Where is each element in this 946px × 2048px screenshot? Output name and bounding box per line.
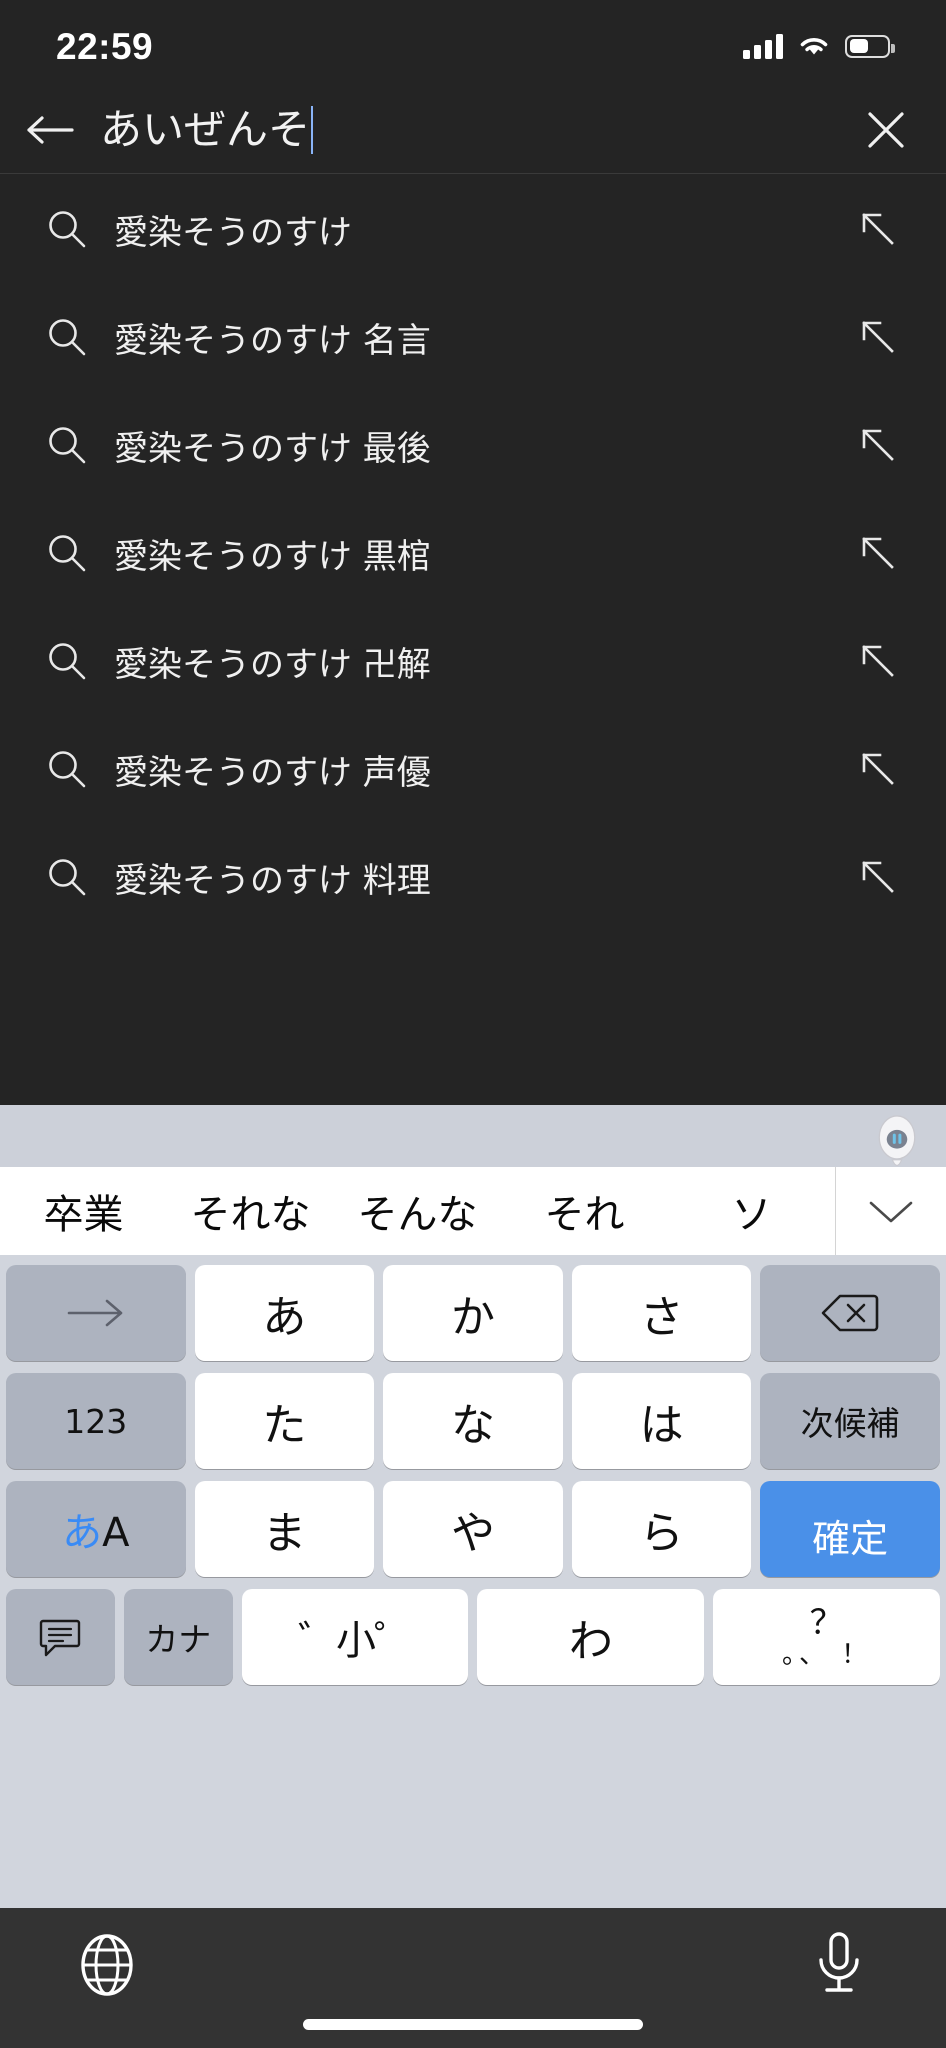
search-icon [36,747,98,791]
backspace-icon [821,1294,879,1332]
key-row: あ か さ [6,1265,940,1361]
numeric-key[interactable]: 123 [6,1373,186,1469]
kana-key[interactable]: カナ [123,1589,233,1685]
candidate-item[interactable]: それ [501,1167,668,1255]
key-row: あA ま や ら 確定 [6,1481,940,1577]
list-item[interactable]: 愛染そうのすけ 名言 [0,283,946,391]
suggestion-label: 愛染そうのすけ 名言 [114,320,431,361]
status-clock: 22:59 [56,25,154,67]
keyboard-bottom-bar [0,1908,946,2048]
list-item[interactable]: 愛染そうのすけ 卍解 [0,607,946,715]
expand-candidates-button[interactable] [835,1167,946,1255]
list-item[interactable]: 愛染そうのすけ 声優 [0,715,946,823]
ta-row-key[interactable]: た [194,1373,375,1469]
list-item[interactable]: 愛染そうのすけ [0,175,946,283]
ya-row-key[interactable]: や [383,1481,563,1577]
latin-glyph: A [102,1510,130,1556]
punctuation-bottom: 。、 ！ [781,1640,872,1670]
arrow-up-left-icon[interactable] [848,641,908,681]
ime-robot-icon[interactable] [873,1115,921,1171]
arrow-right-icon [67,1299,123,1327]
candidate-item[interactable]: それな [167,1167,334,1255]
keyboard: 卒業 それな そんな それ ソ あ か さ 123 た な は 次候補 あ A … [0,1105,946,1908]
hiragana-glyph: あ [62,1510,103,1556]
wa-row-key[interactable]: わ [477,1589,705,1685]
backspace-key[interactable] [760,1265,940,1361]
status-indicators [743,28,895,59]
a-row-key[interactable]: あ [194,1265,375,1361]
phone-screen: 22:59 あいぜんそ 愛染そうのすけ 愛染そうのすけ 名言 愛染そうのすけ 最… [0,0,946,2048]
list-item[interactable]: 愛染そうのすけ 黒棺 [0,499,946,607]
search-icon [36,639,98,683]
list-item[interactable]: 愛染そうのすけ 最後 [0,391,946,499]
na-row-key[interactable]: な [383,1373,563,1469]
cellular-signal-icon [743,33,783,59]
arrow-up-left-icon[interactable] [848,317,908,357]
keyboard-handle-bar[interactable] [0,1105,946,1167]
candidate-items: 卒業 それな そんな それ ソ [0,1167,835,1255]
cursor-right-key[interactable] [6,1265,186,1361]
ra-row-key[interactable]: ら [571,1481,752,1577]
emoji-key[interactable] [6,1589,115,1685]
suggestion-label: 愛染そうのすけ 黒棺 [114,536,431,577]
punctuation-key[interactable]: ？ 。、 ！ [713,1589,940,1685]
candidate-bar[interactable]: 卒業 それな そんな それ ソ [0,1167,946,1255]
sa-row-key[interactable]: さ [571,1265,752,1361]
list-item[interactable]: 愛染そうのすけ 料理 [0,823,946,931]
microphone-button[interactable] [802,1928,876,2002]
text-caret [311,105,314,154]
punctuation-label: ？ 。、 ！ [782,1606,871,1668]
candidate-item[interactable]: ソ [668,1167,835,1255]
globe-button[interactable] [70,1928,144,2002]
emoji-icon [40,1619,81,1657]
input-mode-label: あA [62,1500,129,1558]
input-mode-key[interactable]: あA [6,1481,186,1577]
confirm-key[interactable]: 確定 [760,1481,940,1577]
back-button[interactable] [0,111,100,149]
wifi-icon [800,37,828,54]
ma-row-key[interactable]: ま [194,1481,375,1577]
arrow-up-left-icon[interactable] [848,425,908,465]
dakuten-small-key[interactable]: ゛小゜ [241,1589,469,1685]
battery-icon [845,34,895,58]
search-query-text: あいぜんそ [100,104,311,154]
candidate-item[interactable]: そんな [334,1167,501,1255]
key-row: 123 た な は 次候補 [6,1373,940,1469]
dakuten-small-label: ゛小゜ [298,1618,414,1664]
suggestion-label: 愛染そうのすけ 料理 [114,860,431,901]
suggestion-list[interactable]: 愛染そうのすけ 愛染そうのすけ 名言 愛染そうのすけ 最後 愛染そうのすけ 黒棺… [0,175,946,1105]
suggestion-label: 愛染そうのすけ 声優 [114,752,431,793]
search-icon [36,207,98,251]
punctuation-top: ？ [809,1603,844,1643]
ha-row-key[interactable]: は [571,1373,752,1469]
arrow-up-left-icon[interactable] [848,749,908,789]
chevron-down-icon [869,1201,913,1223]
globe-icon [81,1934,133,1996]
candidate-item[interactable]: 卒業 [0,1167,167,1255]
search-bar: あいぜんそ [0,86,946,174]
ka-row-key[interactable]: か [383,1265,563,1361]
key-row: カナ ゛小゜ わ ？ 。、 ！ [6,1589,940,1685]
search-icon [36,423,98,467]
arrow-up-left-icon[interactable] [848,533,908,573]
suggestion-label: 愛染そうのすけ 卍解 [114,644,431,685]
next-candidate-key[interactable]: 次候補 [760,1373,940,1469]
close-icon [868,111,904,148]
search-icon [36,855,98,899]
back-arrow-icon [27,115,74,144]
key-grid: あ か さ 123 た な は 次候補 あA ま や ら 確定 カナ ゛小゜ わ… [0,1255,946,1693]
search-icon [36,315,98,359]
status-bar: 22:59 [0,0,946,86]
microphone-icon [819,1932,859,1992]
clear-search-button[interactable] [826,105,946,155]
search-icon [36,531,98,575]
search-input[interactable]: あいぜんそ [100,104,826,154]
suggestion-label: 愛染そうのすけ [114,212,352,253]
arrow-up-left-icon[interactable] [848,209,908,249]
suggestion-label: 愛染そうのすけ 最後 [114,428,431,469]
home-indicator[interactable] [303,2019,643,2030]
arrow-up-left-icon[interactable] [848,857,908,897]
